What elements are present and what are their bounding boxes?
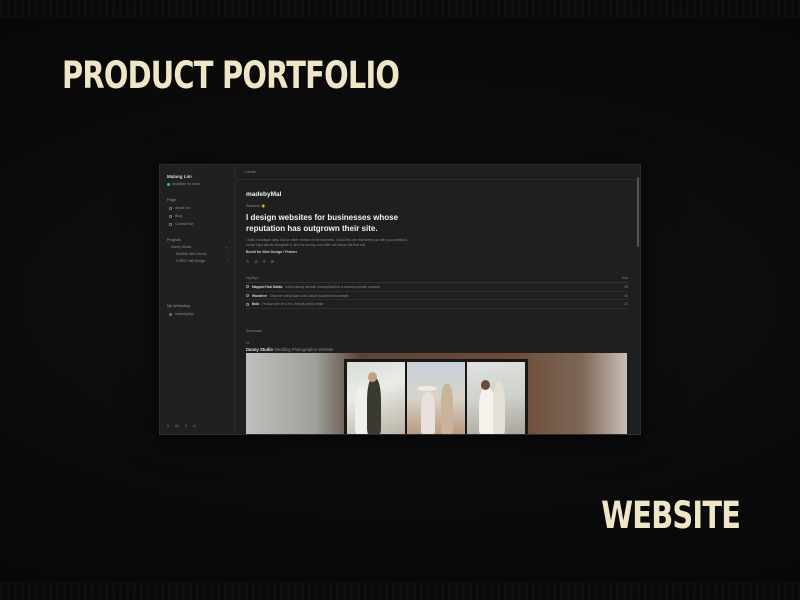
chevron-down-icon: ⌄ xyxy=(225,245,228,249)
showcase-label: Showcase xyxy=(246,328,263,333)
chevron-right-icon: › xyxy=(226,252,228,256)
instagram-icon[interactable]: ◎ xyxy=(254,259,258,264)
showcase-number: 01 xyxy=(246,340,250,345)
projects-header-left: Highlight xyxy=(246,276,259,281)
sidebar-project-label: Danny Studio xyxy=(171,245,192,249)
sidebar-project-chris[interactable]: CHRIS Visit Design › xyxy=(167,259,228,263)
hero-heading: I design websites for businesses whose r… xyxy=(246,213,399,233)
film-grain-top xyxy=(0,0,800,18)
wedding-photo-1 xyxy=(347,362,405,434)
groom-figure xyxy=(367,378,381,434)
sidebar-project-wed[interactable]: Website Wed Studio › xyxy=(167,252,228,256)
workshop-label: My Workshop xyxy=(167,304,191,308)
table-row[interactable]: Mapped Hub Dallas A tech-savvy website c… xyxy=(246,283,628,292)
welcome-badge: Welcome 👋 xyxy=(246,204,266,208)
scrollbar[interactable] xyxy=(637,177,639,247)
sidebar-item-label: About me xyxy=(175,206,191,210)
sidebar-item-contact[interactable]: Contact Me xyxy=(167,222,228,226)
project-name: Bobi xyxy=(252,302,260,307)
footer-icon-2[interactable]: Ab xyxy=(175,424,179,428)
social-links: 𝕏 ◎ ℗ ✉ xyxy=(246,259,628,264)
project-icon xyxy=(246,294,249,298)
table-row[interactable]: Bobi Product site for a fun, friendly ph… xyxy=(246,300,628,309)
bride-head xyxy=(481,380,490,390)
project-desc: A tech-savvy website concept built for a… xyxy=(285,284,380,289)
project-icon xyxy=(246,302,249,306)
mail-icon[interactable]: ✉ xyxy=(271,259,274,264)
main-content: madebyMal Welcome 👋 I design websites fo… xyxy=(246,191,628,352)
showcase-title-bold: Danny Studio xyxy=(246,346,273,352)
showcase-title-rest: Wedding Photographer Website xyxy=(274,346,334,352)
breadcrumb[interactable]: Home xyxy=(246,170,256,174)
project-name: Wanderer xyxy=(252,293,268,298)
showcase-title[interactable]: Danny Studio Wedding Photographer Websit… xyxy=(246,347,628,352)
sidebar-section-page: Page xyxy=(167,198,176,202)
sidebar-project-label: CHRIS Visit Design xyxy=(176,259,206,263)
photo-strip xyxy=(344,359,528,434)
chevron-right-icon: › xyxy=(226,259,228,263)
project-icon xyxy=(246,285,249,289)
workspace-name[interactable]: Malang Lim xyxy=(167,174,228,179)
bride-figure xyxy=(421,392,435,434)
slide-footer-tag: WEBSITE xyxy=(600,494,741,537)
footer-icon-3[interactable]: If xyxy=(185,424,187,428)
sidebar-item-label: Contact Me xyxy=(175,222,194,226)
hero-description: I hold a boutique idea, but an older ver… xyxy=(246,238,408,247)
x-icon[interactable]: 𝕏 xyxy=(246,259,249,264)
workspace-status: Available for work xyxy=(167,182,228,186)
workspace-status-text: Available for work xyxy=(172,182,200,186)
pinterest-icon[interactable]: ℗ xyxy=(263,259,266,264)
sidebar-footer-icons: ft Ab If ln xyxy=(167,424,196,428)
wedding-photo-3 xyxy=(467,362,525,434)
user-icon xyxy=(169,206,172,210)
sidebar-item-blog[interactable]: Blog xyxy=(167,214,228,218)
status-dot-icon xyxy=(167,182,170,186)
home-icon[interactable]: ⌂ xyxy=(243,170,245,174)
table-row[interactable]: Wanderer Discover wild places and custom… xyxy=(246,292,628,301)
mail-icon xyxy=(169,222,172,226)
sidebar-item-label: madebyMal xyxy=(175,312,194,316)
project-year: 25 xyxy=(624,284,628,289)
film-grain-bottom xyxy=(0,582,800,600)
sidebar-workshop: My Workshop madebyMal xyxy=(167,304,194,316)
app-window: Malang Lim Available for work Page About… xyxy=(159,164,641,435)
document-icon xyxy=(169,214,172,218)
slide-headline: PRODUCT PORTFOLIO xyxy=(62,54,400,97)
builder-note: Bendi for Web Design / Framer xyxy=(246,250,298,255)
project-name: Mapped Hub Dallas xyxy=(252,284,283,289)
sidebar: Malang Lim Available for work Page About… xyxy=(160,165,236,434)
sidebar-item-about[interactable]: About me xyxy=(167,206,228,210)
sidebar-project-danny[interactable]: Danny Studio ⌄ xyxy=(167,245,228,249)
projects-header-right: Year xyxy=(621,276,628,281)
sidebar-item-label: Blog xyxy=(175,214,183,218)
groom-figure xyxy=(493,382,505,434)
globe-icon xyxy=(169,312,172,316)
projects-table-header: Highlight Year xyxy=(246,276,628,284)
project-desc: Discover wild places and custom local tr… xyxy=(270,293,349,298)
footer-icon-1[interactable]: ft xyxy=(167,424,169,428)
page-title: madebyMal xyxy=(246,191,282,198)
sidebar-project-label: Website Wed Studio xyxy=(176,252,207,256)
sidebar-item-workshop[interactable]: madebyMal xyxy=(167,312,194,316)
showcase-image[interactable] xyxy=(246,353,627,434)
wedding-photo-2 xyxy=(407,362,465,434)
project-desc: Product site for a fun, friendly photo e… xyxy=(262,302,324,307)
sidebar-section-projects: Projects xyxy=(167,238,181,242)
project-year: 24 xyxy=(624,302,628,307)
hat-figure xyxy=(417,386,437,391)
groom-head xyxy=(368,372,377,382)
footer-icon-4[interactable]: ln xyxy=(193,424,196,428)
project-year: 24 xyxy=(624,293,628,298)
groom-figure xyxy=(441,384,453,434)
top-bar: ⌂ Home xyxy=(236,165,640,180)
